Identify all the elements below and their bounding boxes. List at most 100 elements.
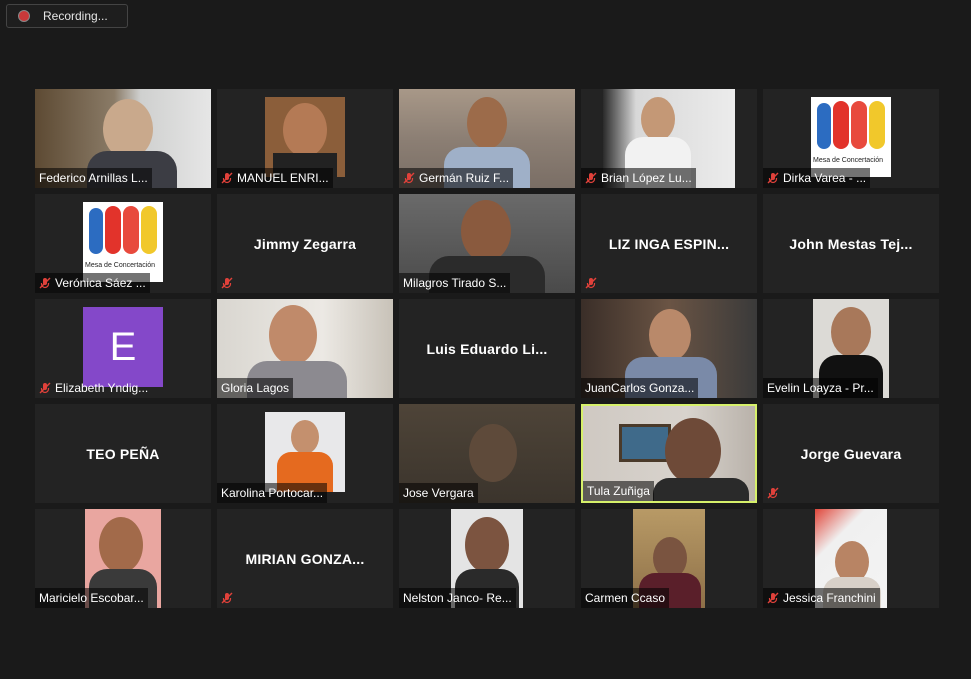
muted-mic-icon	[403, 172, 415, 184]
participant-tile[interactable]: Nelston Janco- Re...	[399, 509, 575, 608]
participant-name: Jose Vergara	[403, 486, 474, 500]
participant-tile[interactable]: Karolina Portocar...	[217, 404, 393, 503]
muted-mic-icon	[767, 487, 779, 499]
muted-mic-icon	[39, 277, 51, 289]
participant-name: Elizabeth Yndig...	[55, 381, 149, 395]
participant-label: Maricielo Escobar...	[35, 588, 148, 608]
person-face	[465, 517, 509, 573]
video-feed	[265, 412, 345, 492]
participant-display-name: TEO PEÑA	[86, 445, 160, 462]
participant-label: Carmen Ccaso	[581, 588, 670, 608]
participant-tile-active-speaker[interactable]: Tula Zuñiga	[581, 404, 757, 503]
participant-label	[217, 588, 241, 608]
participant-label: Jose Vergara	[399, 483, 478, 503]
participant-tile[interactable]: Milagros Tirado S...	[399, 194, 575, 293]
muted-mic-icon	[585, 277, 597, 289]
participant-label: Germán Ruiz F...	[399, 168, 514, 188]
participant-tile[interactable]: Luis Eduardo Li...	[399, 299, 575, 398]
person-face	[269, 305, 317, 365]
participant-tile[interactable]: Carmen Ccaso	[581, 509, 757, 608]
participant-label: Brian López Lu...	[581, 168, 696, 188]
participant-label: Karolina Portocar...	[217, 483, 328, 503]
participant-tile[interactable]: Gloria Lagos	[217, 299, 393, 398]
person-face	[461, 200, 511, 262]
participant-grid: Federico Arnillas L... MANUEL ENRI... Ge…	[35, 89, 939, 608]
muted-mic-icon	[221, 172, 233, 184]
participant-tile[interactable]: LIZ INGA ESPIN...	[581, 194, 757, 293]
participant-tile[interactable]: Mesa de Concertación Dirka Varea - ...	[763, 89, 939, 188]
participant-tile[interactable]: JuanCarlos Gonza...	[581, 299, 757, 398]
participant-tile[interactable]: John Mestas Tej...	[763, 194, 939, 293]
participant-name: Evelin Loayza - Pr...	[767, 381, 874, 395]
participant-name: Nelston Janco- Re...	[403, 591, 512, 605]
person-face	[283, 103, 327, 157]
person-face	[99, 517, 143, 573]
recording-icon	[18, 10, 30, 22]
participant-label: Jessica Franchini	[763, 588, 880, 608]
muted-mic-icon	[39, 382, 51, 394]
person-face	[291, 420, 319, 454]
mesa-logo: Mesa de Concertación	[83, 202, 163, 282]
logo-text: Mesa de Concertación	[85, 262, 156, 269]
participant-label: Milagros Tirado S...	[399, 273, 511, 293]
participant-name: Jessica Franchini	[783, 591, 876, 605]
participant-label: Gloria Lagos	[217, 378, 294, 398]
participant-tile[interactable]: Germán Ruiz F...	[399, 89, 575, 188]
participant-tile[interactable]: Jorge Guevara	[763, 404, 939, 503]
avatar: E	[83, 307, 163, 387]
person-face	[467, 97, 507, 149]
participant-tile[interactable]: Brian López Lu...	[581, 89, 757, 188]
participant-tile[interactable]: Jessica Franchini	[763, 509, 939, 608]
participant-name: Verónica Sáez ...	[55, 276, 146, 290]
person-body	[653, 478, 749, 501]
participant-name: JuanCarlos Gonza...	[585, 381, 695, 395]
participant-tile[interactable]: Federico Arnillas L...	[35, 89, 211, 188]
participant-label	[217, 273, 241, 293]
participant-label: Tula Zuñiga	[583, 481, 654, 501]
participant-label: JuanCarlos Gonza...	[581, 378, 699, 398]
wall-picture	[619, 424, 671, 462]
participant-name: Federico Arnillas L...	[39, 171, 148, 185]
participant-name: Germán Ruiz F...	[419, 171, 510, 185]
participant-tile[interactable]: Jimmy Zegarra	[217, 194, 393, 293]
muted-mic-icon	[767, 172, 779, 184]
person-face	[641, 97, 675, 141]
participant-tile[interactable]: TEO PEÑA	[35, 404, 211, 503]
participant-display-name: Jimmy Zegarra	[253, 235, 357, 252]
participant-name: Brian López Lu...	[601, 171, 692, 185]
participant-tile[interactable]: MIRIAN GONZA...	[217, 509, 393, 608]
participant-label	[763, 483, 787, 503]
participant-label: Evelin Loayza - Pr...	[763, 378, 878, 398]
participant-tile[interactable]: Evelin Loayza - Pr...	[763, 299, 939, 398]
participant-label: Federico Arnillas L...	[35, 168, 152, 188]
participant-label: Nelston Janco- Re...	[399, 588, 516, 608]
participant-label: Elizabeth Yndig...	[35, 378, 152, 398]
participant-name: Carmen Ccaso	[585, 591, 666, 605]
logo-text: Mesa de Concertación	[813, 157, 884, 164]
participant-display-name: Luis Eduardo Li...	[426, 340, 548, 357]
muted-mic-icon	[767, 592, 779, 604]
participant-name: MANUEL ENRI...	[237, 171, 329, 185]
participant-tile[interactable]: MANUEL ENRI...	[217, 89, 393, 188]
participant-display-name: Jorge Guevara	[800, 445, 902, 462]
participant-name: Dirka Varea - ...	[783, 171, 867, 185]
participant-name: Gloria Lagos	[221, 381, 290, 395]
muted-mic-icon	[221, 592, 233, 604]
recording-indicator[interactable]: Recording...	[6, 4, 128, 28]
muted-mic-icon	[221, 277, 233, 289]
participant-display-name: John Mestas Tej...	[789, 235, 913, 252]
participant-name: Maricielo Escobar...	[39, 591, 144, 605]
participant-label: Dirka Varea - ...	[763, 168, 871, 188]
participant-tile[interactable]: Maricielo Escobar...	[35, 509, 211, 608]
participant-display-name: LIZ INGA ESPIN...	[608, 235, 730, 252]
participant-tile[interactable]: Mesa de Concertación Verónica Sáez ...	[35, 194, 211, 293]
person-face	[665, 418, 721, 484]
participant-label: Verónica Sáez ...	[35, 273, 150, 293]
participant-name: Milagros Tirado S...	[403, 276, 507, 290]
muted-mic-icon	[585, 172, 597, 184]
participant-tile[interactable]: Jose Vergara	[399, 404, 575, 503]
participant-tile[interactable]: E Elizabeth Yndig...	[35, 299, 211, 398]
participant-name: Karolina Portocar...	[221, 486, 324, 500]
mesa-logo: Mesa de Concertación	[811, 97, 891, 177]
participant-label	[581, 273, 605, 293]
